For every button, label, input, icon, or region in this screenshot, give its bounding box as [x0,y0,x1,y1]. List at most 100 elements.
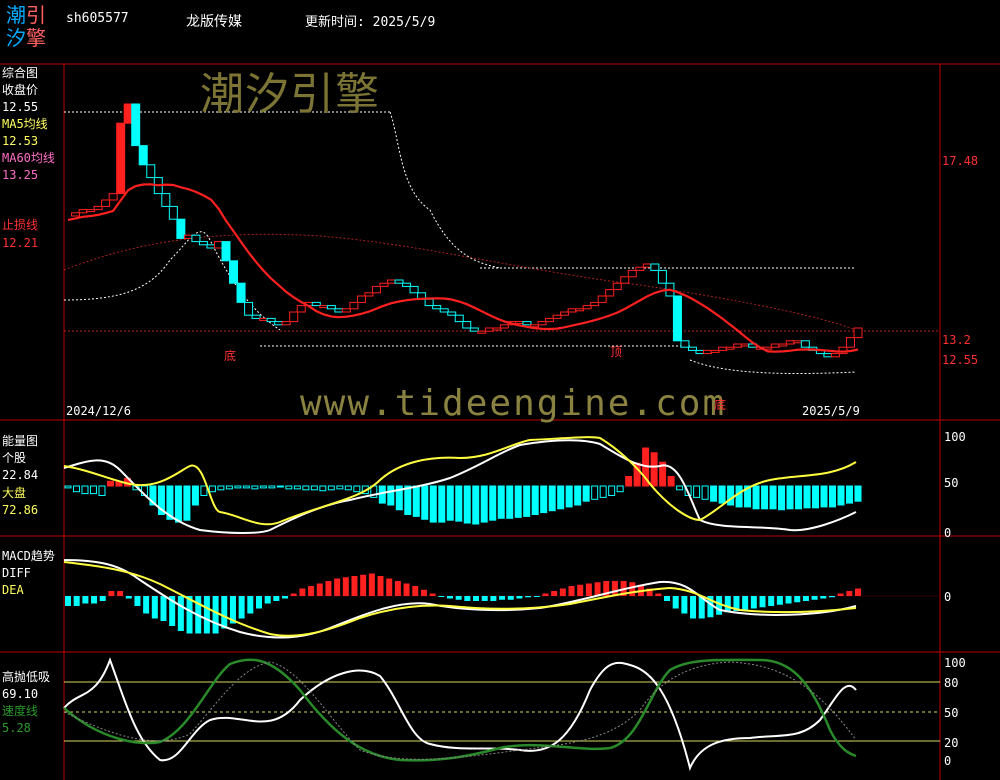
energy-bar [446,485,454,521]
macd-bar [759,596,766,608]
energy-bar [310,485,318,491]
macd-bar [577,584,584,596]
level-close: 12.55 [942,353,979,367]
energy-bar [225,485,233,490]
candle [703,349,713,355]
candle [326,305,336,310]
level-mid: 13.2 [942,333,971,347]
candle [402,282,412,287]
marker-top: 顶 [610,345,623,359]
date-end: 2025/5/9 [802,404,860,418]
macd-bar [525,596,532,598]
macd-bar [811,596,818,600]
energy-bar [489,485,497,521]
macd-bar [273,596,280,601]
candle [183,234,193,239]
candle [213,241,223,249]
macd-bar [255,596,262,609]
energy-bar [217,485,225,491]
candle [484,327,494,332]
candle [319,305,329,309]
macd-bar [108,591,115,596]
energy-bar [259,485,267,489]
macd-bar [290,593,297,596]
macd-bar [177,596,184,631]
macd-bar [143,596,150,614]
candle [244,301,254,316]
energy-bar [106,480,114,487]
marker-bottom-1: 底 [224,349,237,363]
macd-bar [429,593,436,596]
candle [522,321,532,326]
macd-diff-label: DIFF [2,566,31,580]
macd-bar [125,596,132,599]
energy-bar [582,485,590,502]
candle [612,282,622,291]
energy-bar [438,485,446,523]
candle [341,308,351,313]
candle [266,317,276,323]
main-panel-title: 综合图 [2,66,39,80]
energy-bar [837,485,845,506]
energy-bar [523,485,531,517]
candle [620,276,630,284]
macd-bar [828,596,835,598]
candle [537,321,547,326]
macd-bar [742,596,749,610]
macd-bar [203,596,210,634]
macd-bar [481,596,488,601]
candle [176,218,186,239]
candle [710,349,720,353]
candle [582,305,592,310]
macd-bar [420,589,427,596]
candle [432,305,442,310]
candle [161,193,171,207]
macd-bar [334,578,341,596]
energy-bar [353,485,361,493]
tide-tick-20: 20 [944,736,959,750]
candle [469,327,479,332]
macd-bar [403,583,410,596]
macd-bar [837,593,844,596]
candle [78,209,88,214]
candle [168,205,178,220]
macd-dea-label: DEA [2,583,24,597]
macd-bar [629,582,636,596]
macd-bar [117,591,124,596]
macd-bar [499,596,506,600]
macd-bar [264,596,271,604]
energy-bar [480,485,488,523]
energy-bar [251,485,259,490]
candle [830,353,840,358]
energy-bar [234,485,242,489]
candle [86,209,96,213]
marker-bottom-2: 底 [714,398,727,412]
energy-market-label: 大盘 [2,486,27,500]
energy-bar [829,485,837,508]
energy-bar [336,485,344,490]
candle [236,282,246,303]
energy-bar [72,485,80,493]
macd-bar [282,596,289,599]
tide-value-line [63,657,857,772]
candle [770,343,780,348]
candle [514,321,524,325]
candle [718,346,728,351]
candle [560,311,570,316]
macd-bar [82,596,89,604]
candle [672,295,682,342]
macd-bar [690,596,697,619]
candle [823,353,833,358]
candle [635,266,645,271]
macd-bar [342,577,349,596]
macd-bar [212,596,219,634]
candle [387,279,397,284]
macd-bar [802,596,809,601]
energy-bar [710,485,718,502]
energy-bar [302,485,310,491]
energy-tick-0: 0 [944,526,952,540]
energy-bar [574,485,582,506]
date-start: 2024/12/6 [66,404,132,418]
energy-bar [591,485,599,500]
macd-bar [568,586,575,596]
